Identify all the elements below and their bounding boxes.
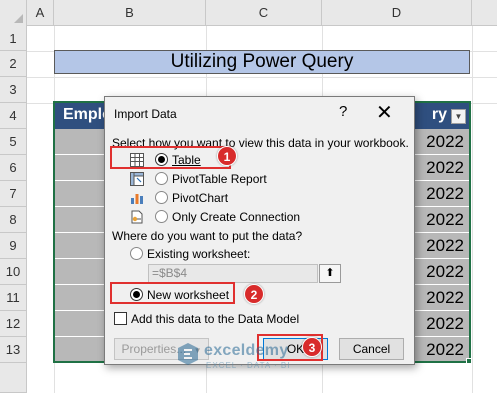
address-input[interactable]: =$B$4: [148, 264, 318, 283]
pivotchart-radio[interactable]: [155, 191, 168, 204]
existing-worksheet-label[interactable]: Existing worksheet:: [147, 247, 250, 261]
import-data-dialog: Import Data ? ✕ Select how you want to v…: [104, 96, 415, 365]
connection-icon: [131, 210, 143, 224]
row-header-9[interactable]: 9: [0, 233, 27, 259]
row-header-3[interactable]: 3: [0, 77, 27, 103]
column-header-d[interactable]: D: [322, 0, 472, 26]
close-icon[interactable]: ✕: [376, 100, 393, 125]
connection-radio[interactable]: [155, 210, 168, 223]
annotation-box-new-worksheet: [110, 282, 235, 304]
help-icon[interactable]: ?: [339, 103, 347, 120]
fill-handle[interactable]: [466, 358, 472, 364]
row-header-11[interactable]: 11: [0, 285, 27, 311]
data-model-checkbox[interactable]: [114, 312, 127, 325]
watermark-tagline: EXCEL · DATA · BI: [206, 361, 291, 370]
column-header-b[interactable]: B: [54, 0, 206, 26]
exceldemy-watermark: exceldemy EXCEL · DATA · BI: [176, 340, 336, 376]
row-header-1[interactable]: 1: [0, 26, 27, 51]
row-header-8[interactable]: 8: [0, 207, 27, 233]
row-header-6[interactable]: 6: [0, 155, 27, 181]
annotation-box-table: [110, 146, 231, 169]
collapse-dialog-icon[interactable]: ⬆: [319, 264, 341, 283]
pivottable-option-label[interactable]: PivotTable Report: [172, 172, 267, 186]
pivotchart-option-label[interactable]: PivotChart: [172, 191, 228, 205]
pivottable-icon: [130, 172, 144, 186]
row-header-13[interactable]: 13: [0, 337, 27, 363]
row-header-12[interactable]: 12: [0, 311, 27, 337]
row-header-blank: [0, 363, 27, 393]
row-header-4[interactable]: 4: [0, 103, 27, 129]
pivotchart-icon: [131, 194, 143, 204]
data-model-label[interactable]: Add this data to the Data Model: [131, 312, 299, 326]
row-header-5[interactable]: 5: [0, 129, 27, 155]
column-header-bar: A B C D: [0, 0, 497, 26]
column-header-c[interactable]: C: [206, 0, 322, 26]
step-2-badge: 2: [244, 284, 264, 304]
sheet-title-cell[interactable]: Utilizing Power Query: [54, 50, 470, 74]
connection-option-label[interactable]: Only Create Connection: [172, 210, 300, 224]
watermark-name: exceldemy: [204, 342, 289, 359]
row-header-2[interactable]: 2: [0, 51, 27, 77]
column-header-a[interactable]: A: [27, 0, 54, 26]
existing-worksheet-radio[interactable]: [130, 247, 143, 260]
select-all-corner[interactable]: [0, 0, 27, 26]
cancel-button[interactable]: Cancel: [339, 338, 404, 360]
step-1-badge: 1: [217, 146, 237, 166]
exceldemy-logo-icon: [178, 343, 198, 365]
pivottable-radio[interactable]: [155, 172, 168, 185]
row-header-7[interactable]: 7: [0, 181, 27, 207]
row-header-10[interactable]: 10: [0, 259, 27, 285]
dialog-title: Import Data: [114, 107, 177, 121]
put-prompt-label: Where do you want to put the data?: [112, 229, 303, 243]
